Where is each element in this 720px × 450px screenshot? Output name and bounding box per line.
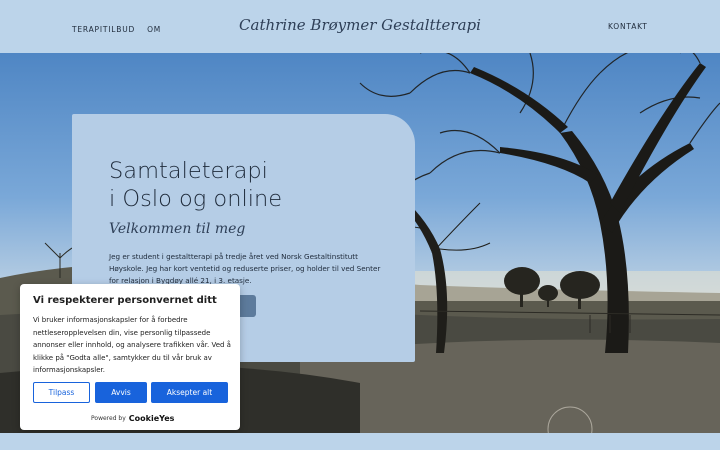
cookieyes-logo[interactable]: CookieYes: [129, 414, 175, 423]
nav-link-kontakt[interactable]: KONTAKT: [608, 22, 648, 31]
cookie-accept-button[interactable]: Aksepter alt: [151, 382, 228, 403]
cookie-consent-banner: Vi respekterer personvernet ditt Vi bruk…: [20, 284, 240, 430]
cookie-title: Vi respekterer personvernet ditt: [33, 295, 217, 306]
cookie-description: Vi bruker informasjonskapsler for å forb…: [33, 316, 231, 374]
cookie-customize-button[interactable]: Tilpass: [33, 382, 90, 403]
cookie-reject-button[interactable]: Avvis: [95, 382, 147, 403]
powered-by: Powered by CookieYes: [91, 414, 174, 423]
hero-description: Jeg er student i gestaltterapi på tredje…: [109, 252, 381, 286]
powered-by-label: Powered by: [91, 415, 126, 422]
hero-title-line-1: Samtaleterapi: [109, 158, 268, 184]
hero-title: Samtaleterapi i Oslo og online: [109, 157, 399, 213]
hero-title-line-2: i Oslo og online: [109, 186, 283, 212]
footer-strip: [0, 433, 720, 450]
site-header: TERAPITILBUD OM Cathrine Brøymer Gestalt…: [0, 0, 720, 53]
hero-subtitle: Velkommen til meg: [109, 221, 246, 237]
